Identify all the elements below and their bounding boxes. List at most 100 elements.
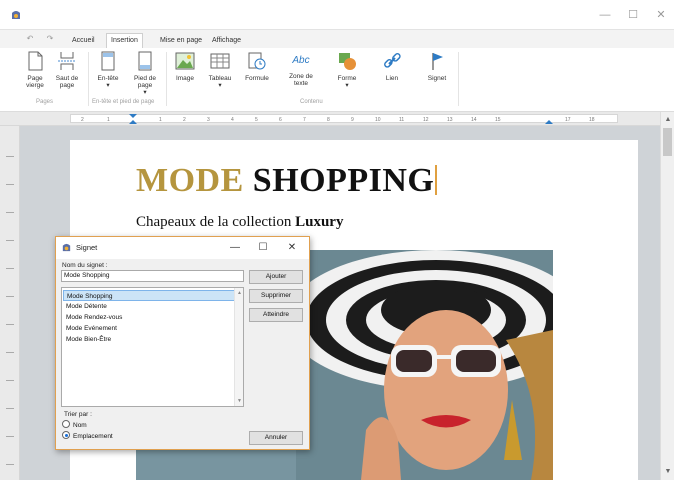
title-word-shopping: SHOPPING [252, 162, 435, 199]
ruler-mark: 6 [279, 117, 282, 123]
ruler-tick [6, 212, 14, 213]
ruler-mark: 17 [565, 117, 571, 123]
tab-accueil[interactable]: Accueil [68, 34, 99, 48]
shape-label: Forme [337, 75, 357, 82]
table-button[interactable]: Tableau ▾ [203, 51, 237, 95]
dialog-maximize-button[interactable]: ☐ [254, 240, 272, 256]
link-label: Lien [385, 75, 399, 82]
footer-dropdown-arrow: ▾ [143, 89, 147, 96]
blank-page-icon [28, 51, 43, 71]
ruler-mark: 9 [351, 117, 354, 123]
page-break-button[interactable]: Saut de page [50, 51, 84, 95]
delete-button[interactable]: Supprimer [249, 289, 303, 303]
cancel-button[interactable]: Annuler [249, 431, 303, 445]
ruler-mark: 7 [303, 117, 306, 123]
bookmark-dialog: Signet — ☐ ✕ Nom du signet : Mode Shoppi… [55, 236, 310, 450]
ribbon-tab-bar: ↶ ↷ Accueil Insertion Mise en page Affic… [0, 30, 674, 49]
radio-circle[interactable] [62, 420, 70, 428]
footer-icon [138, 51, 152, 71]
link-button[interactable]: Lien [375, 51, 409, 95]
ruler-mark: 15 [495, 117, 501, 123]
goto-button[interactable]: Atteindre [249, 308, 303, 322]
list-item[interactable]: Mode Bien-Être [63, 334, 235, 345]
group-label-header-footer: En-tête et pied de page [92, 99, 155, 105]
ruler-tick [6, 268, 14, 269]
vertical-ruler[interactable] [0, 126, 20, 480]
text-box-button[interactable]: Abc Zone de texte [284, 51, 318, 95]
dialog-close-button[interactable]: ✕ [283, 240, 301, 256]
document-subtitle[interactable]: Chapeaux de la collection Luxury [136, 214, 343, 231]
ruler-tick [6, 240, 14, 241]
scroll-down-arrow-icon[interactable]: ▼ [235, 397, 244, 405]
formula-button[interactable]: Formule [240, 51, 274, 95]
sort-by-label: Trier par : [64, 411, 92, 418]
ruler-mark: 11 [399, 117, 405, 123]
ruler-mark: 10 [375, 117, 381, 123]
ruler-mark: 1 [107, 117, 110, 123]
app-logo-icon [62, 243, 71, 252]
scroll-up-arrow-icon[interactable]: ▲ [235, 289, 244, 297]
bookmark-button[interactable]: Signet [420, 51, 454, 95]
header-button[interactable]: En-tête ▾ [91, 51, 125, 95]
ruler-mark: 12 [423, 117, 429, 123]
ruler-tick [6, 464, 14, 465]
ruler-tick [6, 408, 14, 409]
link-icon [384, 53, 401, 68]
table-icon [210, 53, 230, 69]
scroll-up-arrow-icon[interactable]: ▲ [661, 114, 674, 126]
sort-by-location-radio[interactable]: Emplacement [62, 431, 113, 441]
app-logo-icon [12, 11, 20, 19]
page-break-label: Saut de page [55, 75, 79, 89]
vertical-scrollbar[interactable]: ▲ ▼ [660, 112, 674, 480]
shape-button[interactable]: Forme ▾ [330, 51, 364, 95]
close-button[interactable]: ✕ [648, 7, 674, 23]
document-title[interactable]: MODE SHOPPING [136, 162, 438, 200]
title-bar: — ☐ ✕ [0, 0, 674, 30]
tab-affichage[interactable]: Affichage [208, 34, 245, 48]
radio-label: Nom [73, 422, 87, 429]
bookmark-icon [432, 53, 443, 70]
right-indent-marker-icon[interactable] [545, 114, 553, 124]
title-word-mode: MODE [136, 162, 244, 199]
sort-by-name-radio[interactable]: Nom [62, 420, 87, 430]
ruler-mark: 2 [81, 117, 84, 123]
list-item[interactable]: Mode Détente [63, 301, 235, 312]
list-item[interactable]: Mode Evénement [63, 323, 235, 334]
scrollbar-thumb[interactable] [663, 128, 672, 156]
tab-mise-en-page[interactable]: Mise en page [156, 34, 206, 48]
ribbon-group-labels: Pages En-tête et pied de page Contenu [0, 98, 460, 110]
blank-page-button[interactable]: Page vierge [18, 51, 52, 95]
image-label: Image [175, 75, 195, 82]
list-item[interactable]: Mode Rendez-vous [63, 312, 235, 323]
redo-button[interactable]: ↷ [44, 33, 56, 45]
image-button[interactable]: Image [168, 51, 202, 95]
scroll-down-arrow-icon[interactable]: ▼ [661, 466, 674, 478]
undo-button[interactable]: ↶ [24, 33, 36, 45]
dialog-minimize-button[interactable]: — [226, 240, 244, 256]
ruler-tick [6, 184, 14, 185]
dialog-title-bar[interactable]: Signet — ☐ ✕ [56, 237, 309, 259]
ruler-tick [6, 380, 14, 381]
image-icon [175, 52, 195, 70]
footer-label: Pied de page [133, 75, 157, 89]
bookmark-name-input[interactable]: Mode Shopping [61, 270, 244, 282]
group-label-content: Contenu [300, 99, 323, 105]
ruler-mark: 3 [207, 117, 210, 123]
ruler-mark: 4 [231, 117, 234, 123]
list-item[interactable]: Mode Shopping [63, 290, 235, 301]
radio-circle-checked[interactable] [62, 431, 70, 439]
add-button[interactable]: Ajouter [249, 270, 303, 284]
list-scrollbar[interactable]: ▲ ▼ [234, 288, 243, 406]
bookmark-list[interactable]: Mode Shopping Mode Détente Mode Rendez-v… [61, 287, 244, 407]
horizontal-ruler[interactable]: 2 1 1 2 3 4 5 6 7 8 9 10 11 12 13 14 15 … [0, 112, 674, 126]
maximize-button[interactable]: ☐ [620, 7, 646, 23]
table-dropdown-arrow: ▾ [218, 82, 222, 89]
formula-icon [248, 52, 266, 70]
indent-marker-icon[interactable] [129, 114, 137, 124]
tab-insertion[interactable]: Insertion [106, 33, 143, 49]
header-dropdown-arrow: ▾ [106, 82, 110, 89]
minimize-button[interactable]: — [592, 7, 618, 23]
bookmark-name-label: Nom du signet : [62, 262, 108, 269]
footer-button[interactable]: Pied de page ▾ [128, 51, 162, 96]
text-box-icon: Abc [292, 55, 310, 66]
